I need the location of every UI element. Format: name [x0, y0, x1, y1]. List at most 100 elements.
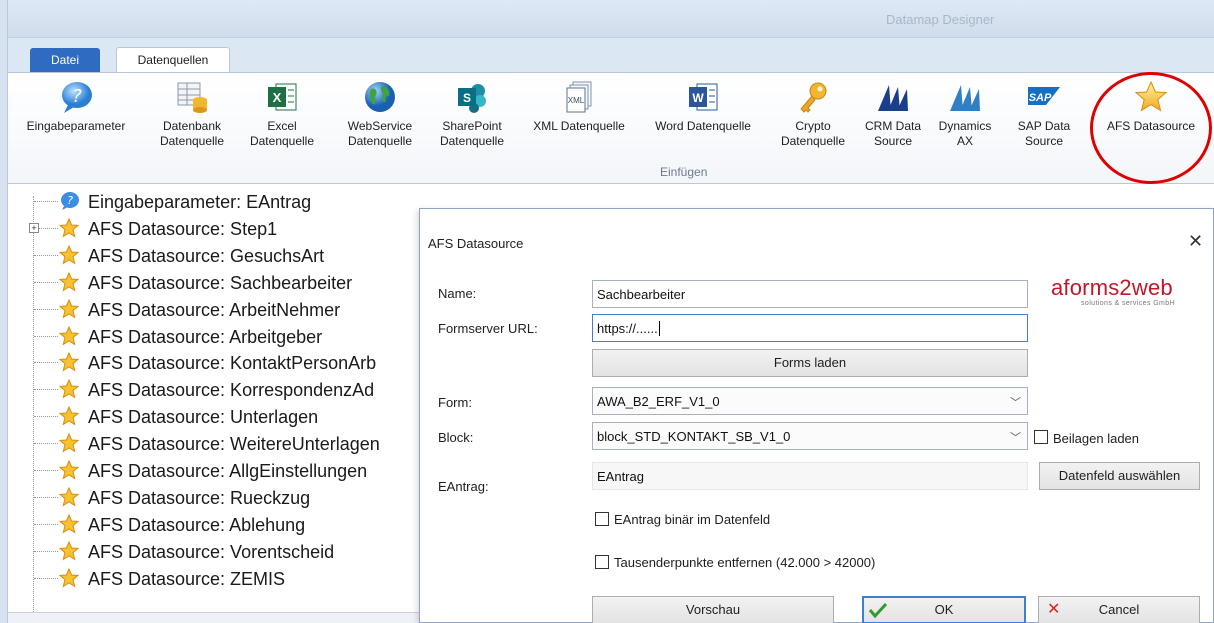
- ok-label: OK: [934, 602, 954, 617]
- key-icon: [800, 82, 827, 113]
- tree-connector: [34, 443, 58, 445]
- tab-datasources[interactable]: Datenquellen: [116, 47, 230, 73]
- star-icon: [58, 486, 80, 507]
- cancel-button[interactable]: ✕ Cancel: [1038, 596, 1200, 623]
- sap-icon: SAP: [1028, 87, 1060, 105]
- tree-item-label: AFS Datasource: Ablehung: [88, 514, 306, 535]
- tree-item[interactable]: AFS Datasource: WeitereUnterlagen: [8, 431, 428, 455]
- binary-checkbox[interactable]: [595, 512, 609, 526]
- tree-item-label: AFS Datasource: WeitereUnterlagen: [88, 434, 380, 455]
- block-select-value: block_STD_KONTAKT_SB_V1_0: [597, 429, 791, 444]
- close-icon[interactable]: ✕: [1188, 231, 1203, 252]
- dynamics-crm-icon: [878, 85, 908, 111]
- window-left-edge: [0, 0, 8, 623]
- ribbon-button-webservice[interactable]: WebService Datenquelle: [338, 79, 422, 149]
- star-icon: [58, 567, 80, 588]
- form-label: Form:: [438, 395, 472, 410]
- dialog-title: AFS Datasource: [428, 236, 524, 251]
- ribbon-label: Dynamics AX: [938, 119, 992, 148]
- block-select[interactable]: block_STD_KONTAKT_SB_V1_0 ﹀: [592, 422, 1028, 450]
- tree-item-label: AFS Datasource: Step1: [88, 218, 278, 239]
- tree-item[interactable]: + AFS Datasource: Step1: [8, 216, 428, 240]
- tree-item[interactable]: AFS Datasource: Unterlagen: [8, 404, 428, 428]
- excel-icon: X: [268, 83, 297, 111]
- ribbon-button-dynamics-ax[interactable]: Dynamics AX: [934, 79, 996, 149]
- star-icon: [58, 540, 80, 561]
- ribbon-label: Word Datenquelle: [655, 119, 751, 133]
- star-icon: [58, 459, 80, 480]
- logo-tagline: solutions & services GmbH: [1081, 300, 1176, 307]
- tree-item[interactable]: AFS Datasource: GesuchsArt: [8, 243, 428, 267]
- xml-document-icon: XML: [566, 81, 592, 113]
- tree-item[interactable]: AFS Datasource: Arbeitgeber: [8, 324, 428, 348]
- tree-item[interactable]: AFS Datasource: Rueckzug: [8, 485, 428, 509]
- ribbon-button-word[interactable]: W Word Datenquelle: [644, 79, 762, 134]
- ribbon: ? Eingabeparameter Datenbank Datenquelle…: [0, 72, 1214, 184]
- form-select-value: AWA_B2_ERF_V1_0: [597, 394, 720, 409]
- tree-connector: [34, 523, 58, 525]
- svg-text:SAP: SAP: [1029, 92, 1052, 104]
- tree-connector: [34, 254, 58, 256]
- dynamics-ax-icon: [950, 85, 980, 111]
- ribbon-label: Excel Datenquelle: [249, 119, 315, 148]
- ribbon-button-excel[interactable]: X Excel Datenquelle: [246, 79, 318, 149]
- ribbon-button-sharepoint[interactable]: S SharePoint Datenquelle: [432, 79, 512, 149]
- ribbon-button-database[interactable]: Datenbank Datenquelle: [152, 79, 232, 149]
- tree-connector: [34, 470, 58, 471]
- select-datafield-button[interactable]: Datenfeld auswählen: [1039, 462, 1200, 490]
- ribbon-label: XML Datenquelle: [533, 119, 625, 133]
- expand-icon[interactable]: +: [29, 222, 39, 233]
- name-field[interactable]: Sachbearbeiter: [592, 280, 1028, 308]
- tree-item-label: AFS Datasource: Rueckzug: [88, 487, 311, 508]
- tree-item[interactable]: AFS Datasource: Vorentscheid: [8, 539, 428, 563]
- status-bar: [8, 612, 428, 623]
- afs-datasource-dialog: AFS Datasource ✕ aforms2web solutions & …: [419, 208, 1214, 623]
- tree-item[interactable]: AFS Datasource: ZEMIS: [8, 566, 428, 590]
- svg-text:?: ?: [67, 194, 73, 207]
- ribbon-label: SharePoint Datenquelle: [439, 119, 505, 148]
- tree-connector: [34, 577, 58, 579]
- help-bubble-icon: ?: [58, 191, 80, 211]
- star-icon: [58, 379, 80, 399]
- thousands-label: Tausenderpunkte entfernen (42.000 > 4200…: [614, 555, 876, 570]
- ribbon-button-sap[interactable]: SAP SAP Data Source: [1010, 79, 1078, 149]
- ribbon-label: Crypto Datenquelle: [780, 119, 846, 148]
- tree-connector: [34, 281, 58, 283]
- forms-load-button[interactable]: Forms laden: [592, 349, 1028, 377]
- ok-button[interactable]: OK: [862, 596, 1026, 623]
- tree-item[interactable]: AFS Datasource: ArbeitNehmer: [8, 297, 428, 321]
- tree-item-label: AFS Datasource: Sachbearbeiter: [88, 272, 353, 293]
- svg-text:X: X: [273, 90, 282, 105]
- thousands-checkbox[interactable]: [595, 555, 609, 569]
- tree-item[interactable]: AFS Datasource: AllgEinstellungen: [8, 458, 428, 482]
- checkmark-icon: [868, 602, 888, 619]
- attachments-checkbox[interactable]: [1034, 430, 1048, 444]
- binary-label: EAntrag binär im Datenfeld: [614, 512, 771, 527]
- tree-item[interactable]: AFS Datasource: KorrespondenzAd: [8, 377, 428, 401]
- tree-item-label: AFS Datasource: Arbeitgeber: [88, 326, 323, 347]
- name-label: Name:: [438, 286, 477, 301]
- aforms2web-logo: aforms2web solutions & services GmbH: [1039, 271, 1214, 313]
- ribbon-label: Datenbank Datenquelle: [159, 119, 225, 148]
- ribbon-tab-bar: Datei Datenquellen: [0, 38, 1214, 73]
- tab-file[interactable]: Datei: [30, 48, 100, 72]
- ribbon-button-crypto[interactable]: Crypto Datenquelle: [774, 79, 852, 149]
- database-table-icon: [177, 82, 207, 113]
- star-icon: [58, 432, 80, 453]
- ribbon-group-label: Einfügen: [660, 165, 708, 179]
- svg-text:?: ?: [72, 86, 82, 107]
- ribbon-button-xml[interactable]: XML XML Datenquelle: [522, 79, 636, 134]
- tree-connector: [34, 362, 58, 364]
- tree-item[interactable]: ? Eingabeparameter: EAntrag: [8, 189, 428, 213]
- help-bubble-icon: ?: [62, 82, 92, 113]
- ribbon-button-crm[interactable]: CRM Data Source: [862, 79, 924, 149]
- form-select[interactable]: AWA_B2_ERF_V1_0 ﹀: [592, 387, 1028, 415]
- tree-item[interactable]: AFS Datasource: KontaktPersonArb: [8, 350, 428, 374]
- eantrag-field[interactable]: EAntrag: [592, 462, 1028, 490]
- tree-item[interactable]: AFS Datasource: Sachbearbeiter: [8, 270, 428, 294]
- preview-button[interactable]: Vorschau: [592, 596, 834, 623]
- star-icon: [58, 271, 80, 292]
- ribbon-button-input-parameter[interactable]: ? Eingabeparameter: [12, 79, 140, 134]
- formserver-url-field[interactable]: https://......: [592, 314, 1028, 342]
- tree-item[interactable]: AFS Datasource: Ablehung: [8, 512, 428, 536]
